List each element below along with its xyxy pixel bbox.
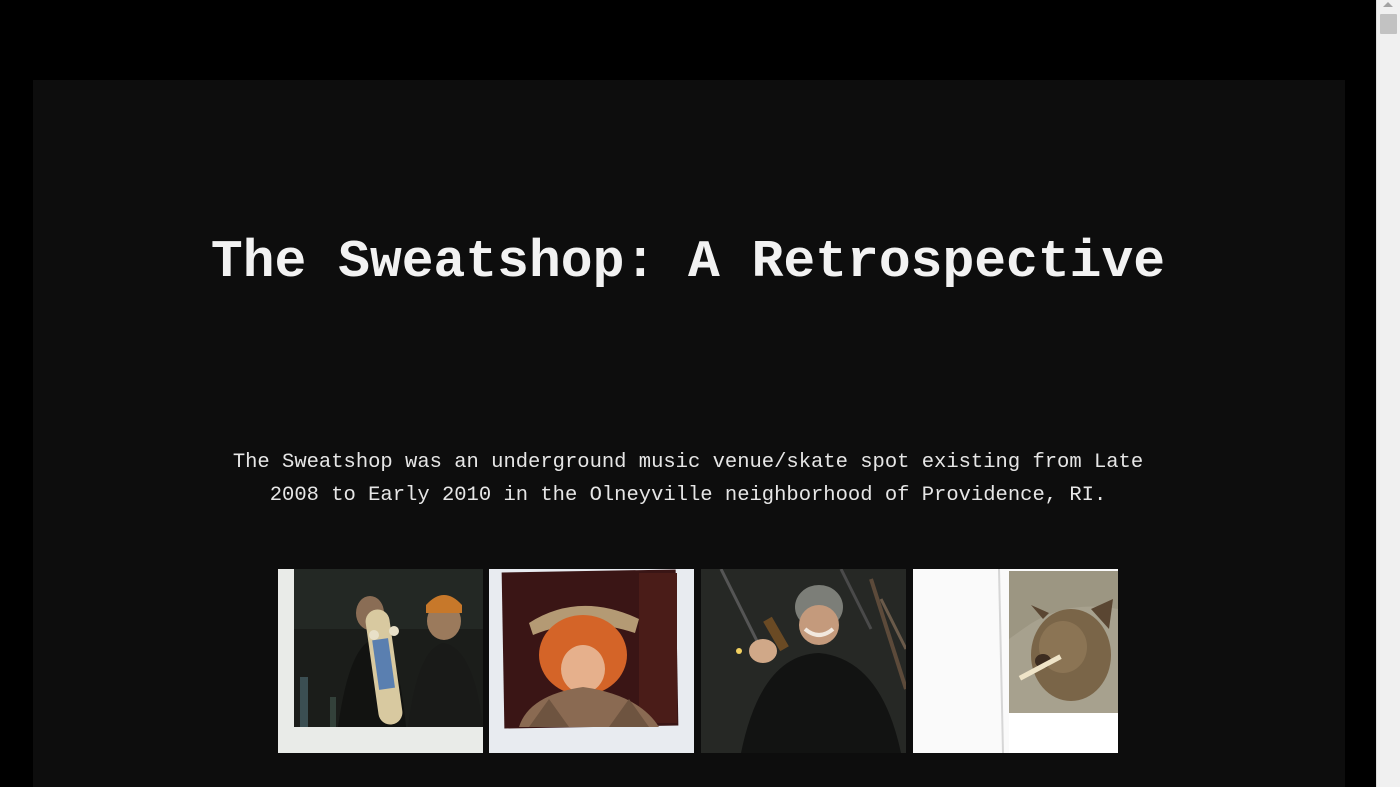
vertical-scrollbar[interactable] [1376, 0, 1400, 787]
photo-beanie-man-image [701, 569, 906, 753]
scroll-up-arrow-icon[interactable] [1383, 2, 1393, 7]
gallery-photo-2[interactable] [489, 569, 694, 753]
photo-dog-image [913, 569, 1118, 753]
gallery-photo-4[interactable] [913, 569, 1118, 753]
intro-paragraph: The Sweatshop was an underground music v… [232, 451, 1144, 507]
page-title: The Sweatshop: A Retrospective [210, 232, 1166, 292]
photo-gallery [278, 569, 1118, 753]
gallery-photo-1[interactable] [278, 569, 483, 753]
photo-skateboard-image [278, 569, 483, 753]
photo-red-hair-image [489, 569, 694, 753]
gallery-photo-3[interactable] [701, 569, 906, 753]
scroll-thumb[interactable] [1380, 14, 1397, 34]
